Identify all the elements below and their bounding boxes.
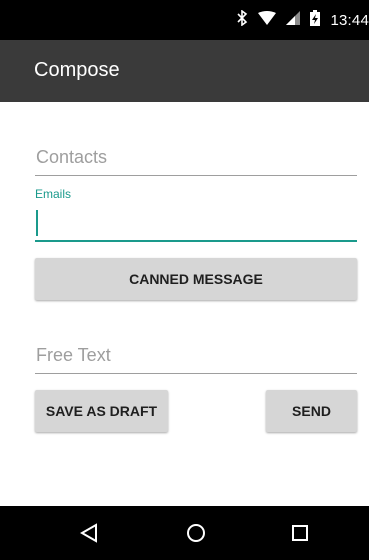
app-screen: 13:44 Compose Contacts Emails CANNED MES… — [0, 0, 369, 560]
save-as-draft-button[interactable]: SAVE AS DRAFT — [35, 390, 168, 432]
navigation-bar — [0, 506, 369, 560]
bluetooth-icon — [236, 8, 248, 31]
free-text-underline — [35, 373, 357, 374]
contacts-field[interactable]: Contacts — [35, 145, 357, 177]
wifi-icon — [258, 10, 277, 30]
free-text-field[interactable]: Free Text — [35, 343, 357, 375]
contacts-placeholder: Contacts — [36, 147, 108, 167]
canned-message-button[interactable]: CANNED MESSAGE — [35, 258, 357, 300]
status-icons: 13:44 — [236, 0, 369, 40]
emails-underline — [35, 240, 357, 242]
status-time: 13:44 — [330, 11, 369, 29]
cell-signal-icon — [286, 10, 301, 30]
send-button[interactable]: SEND — [266, 390, 357, 432]
contacts-underline — [35, 175, 357, 176]
emails-label: Emails — [35, 187, 72, 201]
home-icon[interactable] — [176, 506, 216, 560]
text-cursor — [36, 210, 38, 236]
action-bar: Compose — [0, 40, 369, 102]
screen-title: Compose — [34, 59, 120, 81]
back-icon[interactable] — [69, 506, 109, 560]
status-bar: 13:44 — [0, 0, 369, 40]
battery-charging-icon — [310, 9, 321, 31]
free-text-placeholder: Free Text — [36, 345, 111, 365]
recents-icon[interactable] — [280, 506, 320, 560]
emails-input[interactable] — [35, 206, 357, 244]
